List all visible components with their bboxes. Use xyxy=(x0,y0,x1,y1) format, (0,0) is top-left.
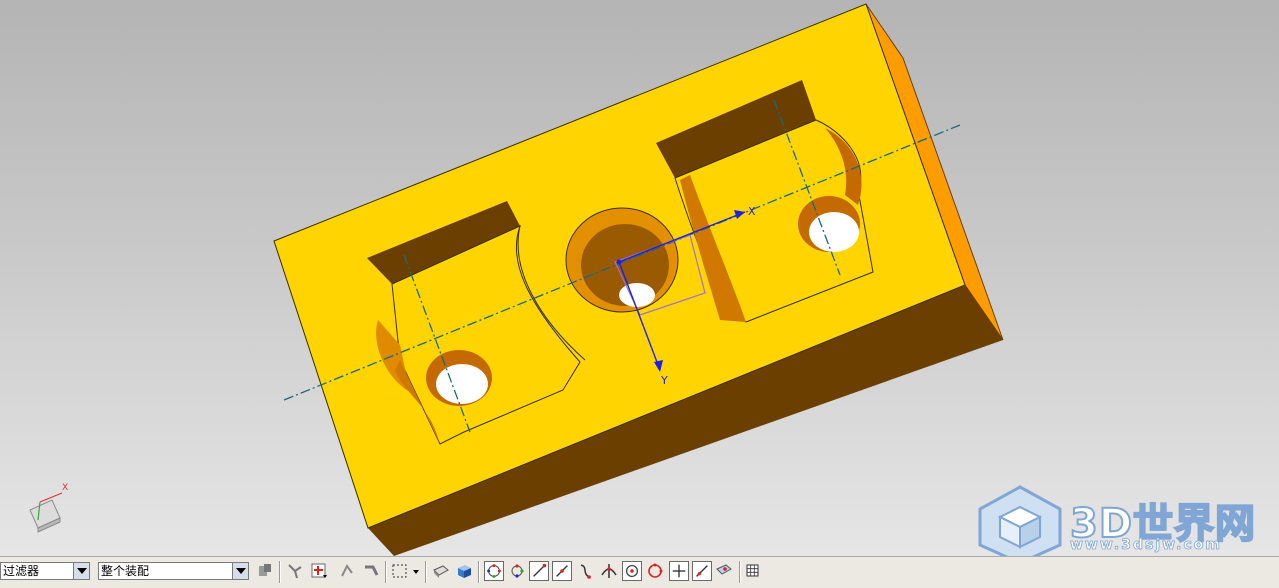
endpoint-icon[interactable] xyxy=(529,561,549,581)
selection-scope-value: 整个装配 xyxy=(101,564,150,578)
snap-point-icon[interactable] xyxy=(484,561,504,581)
select-face-icon[interactable] xyxy=(337,561,357,581)
select-body-icon[interactable] xyxy=(361,561,381,581)
left-hole-through xyxy=(436,364,488,404)
toolbar-divider xyxy=(425,561,427,583)
curve-point-icon[interactable] xyxy=(576,561,596,581)
part-model[interactable]: X Y xyxy=(0,0,1279,556)
toolbar-divider xyxy=(279,561,281,583)
shaded-view-icon[interactable] xyxy=(431,561,451,581)
feature-select-icon[interactable] xyxy=(285,561,305,581)
type-filter-select[interactable]: 过滤器 xyxy=(0,562,90,580)
toolbar-divider xyxy=(739,561,741,583)
dropdown-arrow-icon[interactable] xyxy=(410,561,422,581)
midpoint-icon[interactable] xyxy=(552,561,572,581)
view-triad-icon xyxy=(29,492,63,533)
triad-x-label: X xyxy=(62,483,69,493)
selection-scope-select[interactable]: 整个装配 xyxy=(98,562,249,580)
selection-toolbar: 过滤器 整个装配 xyxy=(0,556,1279,588)
toolbar-divider xyxy=(385,561,387,583)
solid-cube-icon[interactable] xyxy=(454,561,474,581)
snap-point-alt-icon[interactable] xyxy=(507,561,527,581)
graphics-window[interactable]: X Y X 3D世界网 www.3dsjw.com xyxy=(0,0,1279,556)
point-on-face-icon[interactable] xyxy=(714,561,734,581)
quadrant-icon[interactable] xyxy=(645,561,665,581)
intersection-icon[interactable] xyxy=(599,561,619,581)
rectangle-select-icon[interactable] xyxy=(390,561,410,581)
right-hole-through xyxy=(809,212,859,252)
arc-center-icon[interactable] xyxy=(622,561,642,581)
existing-point-icon[interactable] xyxy=(669,561,689,581)
csys-x-label: X xyxy=(748,205,756,218)
point-on-curve-icon[interactable] xyxy=(692,561,712,581)
chevron-down-icon[interactable] xyxy=(73,563,89,579)
general-select-icon[interactable] xyxy=(255,561,275,581)
csys-y-label: Y xyxy=(660,374,668,387)
feature-filter-icon[interactable] xyxy=(309,561,329,581)
chevron-down-icon[interactable] xyxy=(232,563,248,579)
grid-icon[interactable] xyxy=(743,561,763,581)
toolbar-divider xyxy=(478,561,480,583)
counterbore-through xyxy=(619,283,655,307)
